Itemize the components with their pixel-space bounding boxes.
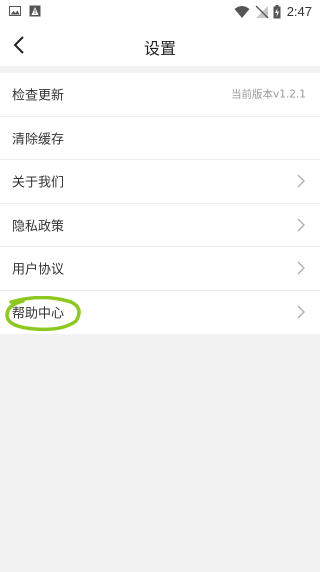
wifi-icon bbox=[234, 6, 250, 18]
clear-cache-label: 清除缓存 bbox=[12, 132, 65, 148]
help-center-item[interactable]: 帮助中心 bbox=[0, 291, 320, 335]
about-us-label: 关于我们 bbox=[12, 175, 65, 191]
user-agreement-item[interactable]: 用户协议 bbox=[0, 247, 320, 291]
privacy-policy-label: 隐私政策 bbox=[12, 219, 65, 235]
check-update-item[interactable]: 检查更新 当前版本v1.2.1 bbox=[0, 73, 320, 117]
chevron-right-icon bbox=[297, 261, 305, 275]
privacy-policy-item[interactable]: 隐私政策 bbox=[0, 204, 320, 247]
alert-icon bbox=[29, 5, 41, 17]
chevron-right-icon bbox=[297, 305, 305, 319]
chevron-right-icon bbox=[297, 218, 305, 232]
image-icon bbox=[9, 6, 21, 16]
status-time: 2:47 bbox=[286, 4, 312, 19]
current-version-value: 当前版本v1.2.1 bbox=[231, 88, 306, 101]
user-agreement-label: 用户协议 bbox=[12, 262, 65, 278]
about-us-item[interactable]: 关于我们 bbox=[0, 160, 320, 204]
chevron-right-icon bbox=[297, 174, 305, 188]
signal-off-icon bbox=[255, 5, 269, 19]
status-bar: 2:47 bbox=[0, 0, 320, 24]
nav-bar: 设置 bbox=[0, 24, 320, 66]
settings-list: 检查更新 当前版本v1.2.1 清除缓存 关于我们 隐私政策 用户协议 帮助中心 bbox=[0, 73, 320, 334]
battery-charging-icon bbox=[273, 5, 281, 19]
page-title: 设置 bbox=[143, 39, 176, 58]
clear-cache-item[interactable]: 清除缓存 bbox=[0, 117, 320, 160]
check-update-label: 检查更新 bbox=[12, 88, 65, 104]
help-center-label: 帮助中心 bbox=[12, 306, 65, 322]
